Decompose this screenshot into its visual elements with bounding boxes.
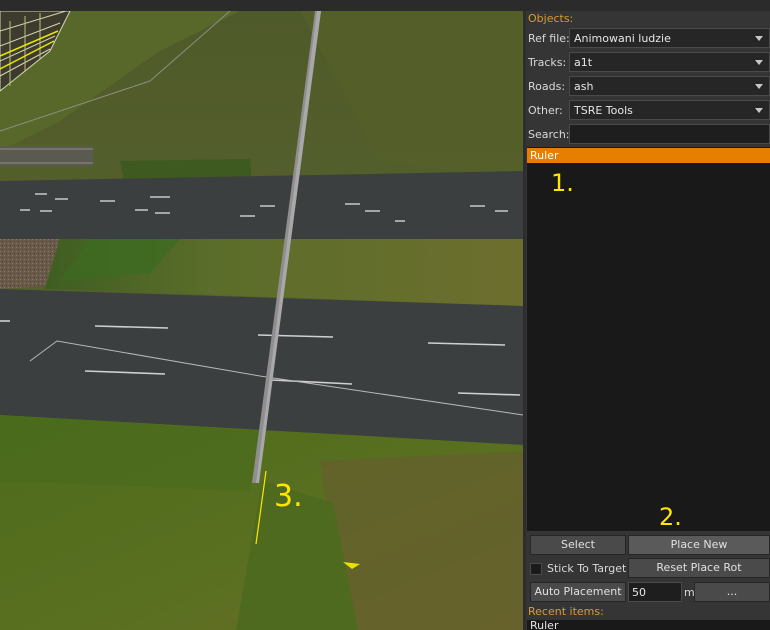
roads-value: ash xyxy=(574,80,594,93)
distance-value: 50 xyxy=(632,586,646,599)
object-list[interactable]: Ruler 1. 2. xyxy=(527,147,770,531)
list-item[interactable]: Ruler xyxy=(527,148,770,163)
more-button[interactable]: ... xyxy=(694,582,770,602)
chevron-down-icon xyxy=(755,108,763,113)
chevron-down-icon xyxy=(755,60,763,65)
annotation-1: 1. xyxy=(551,169,574,197)
chevron-down-icon xyxy=(755,84,763,89)
top-strip xyxy=(0,0,770,11)
tracks-value: a1t xyxy=(574,56,593,69)
roads-label: Roads: xyxy=(528,80,566,93)
recent-items-heading: Recent items: xyxy=(528,605,604,618)
ref-file-value: Animowani ludzie xyxy=(574,32,671,45)
tracks-dropdown[interactable]: a1t xyxy=(569,52,770,72)
viewport-scene[interactable]: 3. xyxy=(0,11,523,630)
ref-file-label: Ref file: xyxy=(528,32,570,45)
other-value: TSRE Tools xyxy=(574,104,633,117)
3d-viewport[interactable]: 3. xyxy=(0,11,523,630)
roads-dropdown[interactable]: ash xyxy=(569,76,770,96)
search-input[interactable] xyxy=(569,124,770,144)
stick-to-target-checkbox[interactable] xyxy=(530,563,542,575)
chevron-down-icon xyxy=(755,36,763,41)
tracks-label: Tracks: xyxy=(528,56,567,69)
list-item[interactable]: Ruler xyxy=(530,620,558,630)
objects-panel: Objects: Ref file: Animowani ludzie Trac… xyxy=(526,11,770,630)
recent-items-list[interactable]: Ruler xyxy=(527,620,770,630)
annotation-3: 3. xyxy=(274,479,303,514)
distance-input[interactable]: 50 xyxy=(628,582,682,602)
ref-file-dropdown[interactable]: Animowani ludzie xyxy=(569,28,770,48)
other-label: Other: xyxy=(528,104,563,117)
select-button[interactable]: Select xyxy=(530,535,626,555)
reset-place-rot-button[interactable]: Reset Place Rot xyxy=(628,558,770,578)
auto-placement-button[interactable]: Auto Placement xyxy=(530,582,626,602)
objects-heading: Objects: xyxy=(528,12,574,25)
search-label: Search: xyxy=(528,128,570,141)
other-dropdown[interactable]: TSRE Tools xyxy=(569,100,770,120)
annotation-2: 2. xyxy=(659,503,682,531)
stick-to-target-label: Stick To Target xyxy=(547,562,627,575)
place-new-button[interactable]: Place New xyxy=(628,535,770,555)
